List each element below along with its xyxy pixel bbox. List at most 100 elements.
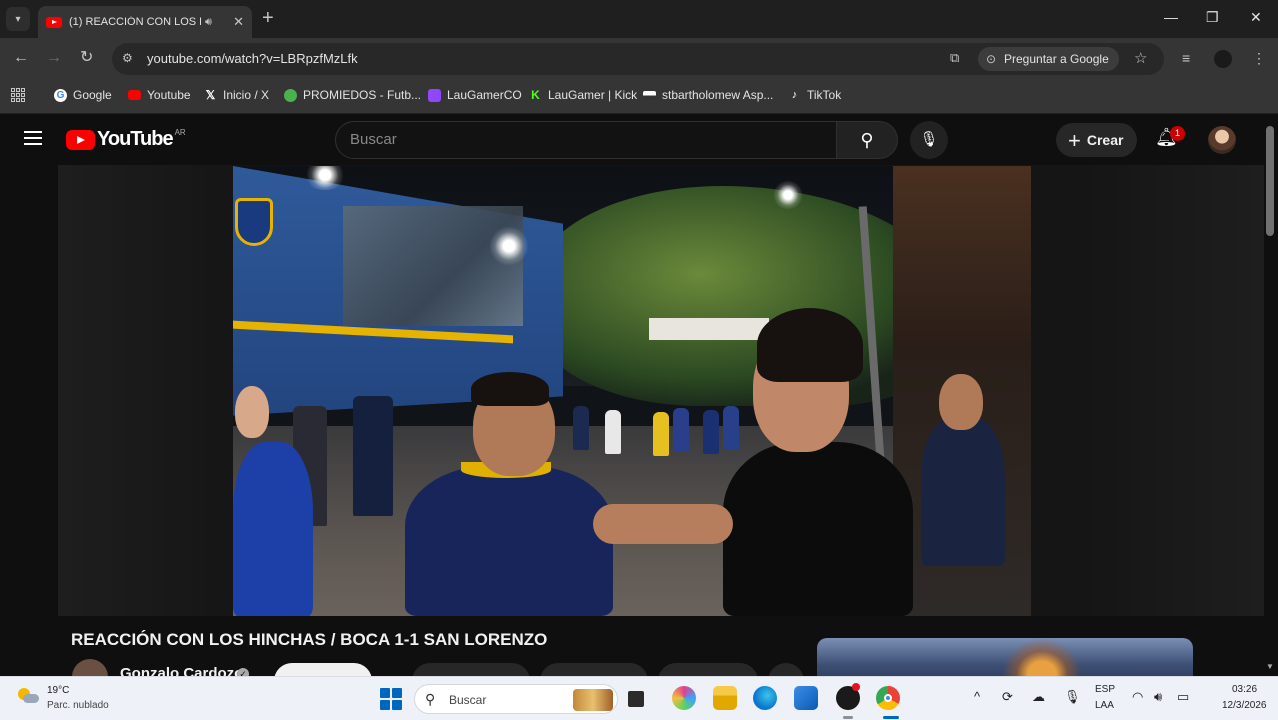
search-highlight-image: [573, 689, 613, 711]
minimize-icon[interactable]: —: [1164, 9, 1178, 25]
country-code: AR: [174, 128, 186, 137]
sync-icon[interactable]: ⟳: [1002, 689, 1013, 705]
kick-icon: K: [531, 87, 540, 102]
bookmark-laugamer-kick[interactable]: K LauGamer | Kick: [529, 88, 637, 102]
reading-mode-icon[interactable]: ≡: [1182, 50, 1190, 66]
scene-person: [703, 410, 719, 454]
microphone-icon[interactable]: 🎙︎: [1064, 689, 1081, 705]
weather-description[interactable]: Parc. nublado: [47, 700, 109, 711]
window-close-icon[interactable]: ✕: [1250, 9, 1262, 26]
partly-cloudy-icon[interactable]: [16, 686, 40, 706]
scroll-down-arrow-icon[interactable]: ▼: [1266, 662, 1274, 671]
apps-grid-icon[interactable]: [11, 88, 25, 102]
speaker-icon[interactable]: 🔊︎: [205, 16, 212, 29]
taskbar-search-box[interactable]: ⚲ Buscar: [414, 684, 618, 714]
bookmark-label: LauGamerCO: [447, 88, 522, 102]
video-frame[interactable]: [233, 166, 1031, 616]
tab-title: (1) REACCIÓN CON LOS HINCHAS / BOCA 1-1 …: [69, 16, 201, 28]
bookmark-promiedos[interactable]: PROMIEDOS - Futb...: [284, 88, 421, 102]
url-text[interactable]: youtube.com/watch?v=LBRpzfMzLfk: [147, 51, 358, 66]
scene-person: [353, 396, 393, 516]
edge-icon[interactable]: [753, 686, 777, 710]
bookmark-label: stbartholomew Asp...: [662, 88, 774, 102]
taskbar-search-placeholder: Buscar: [449, 693, 487, 707]
forward-arrow-icon[interactable]: →: [46, 48, 62, 68]
bookmark-google[interactable]: G Google: [54, 88, 112, 102]
scene-person: [573, 406, 589, 450]
search-icon: ⚲: [425, 691, 436, 707]
reload-icon[interactable]: ↻: [80, 48, 93, 68]
create-label: Crear: [1086, 132, 1124, 148]
promiedos-icon: [284, 88, 297, 102]
search-button[interactable]: ⚲: [836, 121, 898, 159]
google-icon: G: [54, 88, 67, 102]
ask-google-button[interactable]: ⊙ Preguntar a Google: [978, 47, 1119, 71]
bookmark-tiktok[interactable]: ♪ TikTok: [788, 88, 841, 102]
battery-icon[interactable]: ▭: [1177, 689, 1189, 705]
bookmark-x[interactable]: 𝕏 Inicio / X: [204, 88, 269, 102]
account-avatar[interactable]: [1208, 126, 1236, 154]
bookmark-stbartholomew[interactable]: stbartholomew Asp...: [643, 88, 773, 102]
bookmark-label: LauGamer | Kick: [548, 88, 638, 102]
steam-notification-badge: [852, 683, 860, 691]
lens-icon: ⊙: [986, 52, 997, 66]
menu-kebab-icon[interactable]: ⋮: [1252, 50, 1266, 67]
site-info-icon[interactable]: ⚙: [122, 51, 136, 65]
create-button[interactable]: + Crear: [1056, 123, 1138, 157]
channel-avatar[interactable]: [72, 659, 108, 676]
volume-icon[interactable]: 🔊︎: [1154, 689, 1162, 705]
clock-time[interactable]: 03:26: [1232, 684, 1257, 695]
hamburger-menu-icon[interactable]: [24, 131, 42, 145]
microsoft-store-icon[interactable]: [794, 686, 818, 710]
clip-button[interactable]: [658, 663, 758, 676]
twitch-icon: [428, 88, 441, 102]
new-tab-button[interactable]: +: [262, 8, 274, 28]
voice-search-button[interactable]: 🎙︎: [910, 121, 948, 159]
search-input[interactable]: Buscar: [335, 121, 837, 159]
clock-date[interactable]: 12/3/2026: [1222, 700, 1267, 711]
input-language-code[interactable]: ESP: [1095, 684, 1115, 695]
bookmarks-bar: G Google Youtube 𝕏 Inicio / X PROMIEDOS …: [0, 80, 1278, 114]
subscribe-button[interactable]: [274, 663, 372, 676]
install-app-icon[interactable]: ⧉: [950, 50, 959, 66]
wifi-icon[interactable]: ◠: [1132, 689, 1143, 705]
like-dislike-button[interactable]: [412, 663, 530, 676]
bookmark-star-icon[interactable]: ☆: [1134, 49, 1147, 67]
youtube-logo[interactable]: YouTube AR: [66, 128, 186, 151]
more-actions-button[interactable]: [768, 663, 804, 676]
boca-crest-image: [235, 198, 273, 246]
share-button[interactable]: [540, 663, 648, 676]
copilot-icon[interactable]: [672, 686, 696, 710]
bookmark-youtube[interactable]: Youtube: [128, 88, 191, 102]
cloud-icon[interactable]: ☁: [1032, 689, 1045, 705]
recommended-video-thumbnail[interactable]: [817, 638, 1193, 676]
scene-fan-left: [233, 442, 313, 616]
windows-start-icon[interactable]: [380, 688, 402, 710]
tab-close-icon[interactable]: ✕: [233, 14, 244, 30]
profile-avatar-icon[interactable]: [1214, 50, 1232, 68]
weather-temperature[interactable]: 19°C: [47, 685, 69, 696]
task-view-icon[interactable]: [628, 691, 644, 707]
back-arrow-icon[interactable]: ←: [13, 48, 29, 68]
microphone-icon: 🎙︎: [919, 131, 939, 148]
scene-fan-right: [939, 374, 983, 430]
youtube-icon: [128, 90, 141, 100]
scene-light: [489, 226, 529, 266]
scene-fan-center: [471, 372, 549, 406]
restore-icon[interactable]: ❐: [1206, 9, 1219, 26]
scene-banner: [649, 318, 769, 340]
bookmark-label: TikTok: [807, 88, 842, 102]
input-language-layout[interactable]: LAA: [1095, 700, 1114, 711]
chrome-icon-center: [884, 694, 892, 702]
channel-name[interactable]: Gonzalo Cardozo: [120, 665, 243, 676]
file-explorer-icon[interactable]: [713, 686, 737, 710]
page-scrollbar[interactable]: [1266, 126, 1274, 236]
scene-interviewer: [757, 308, 863, 382]
browser-tab-active[interactable]: (1) REACCIÓN CON LOS HINCHAS / BOCA 1-1 …: [38, 6, 252, 38]
bookmark-label: Google: [73, 88, 112, 102]
address-bar[interactable]: ⚙ youtube.com/watch?v=LBRpzfMzLfk ⧉ ⊙ Pr…: [112, 43, 1164, 75]
show-hidden-icons-chevron-icon[interactable]: ^: [974, 689, 980, 704]
ask-google-label: Preguntar a Google: [1004, 52, 1109, 66]
tab-search-button[interactable]: ▾: [6, 7, 30, 31]
bookmark-laugamerco[interactable]: LauGamerCO: [428, 88, 522, 102]
